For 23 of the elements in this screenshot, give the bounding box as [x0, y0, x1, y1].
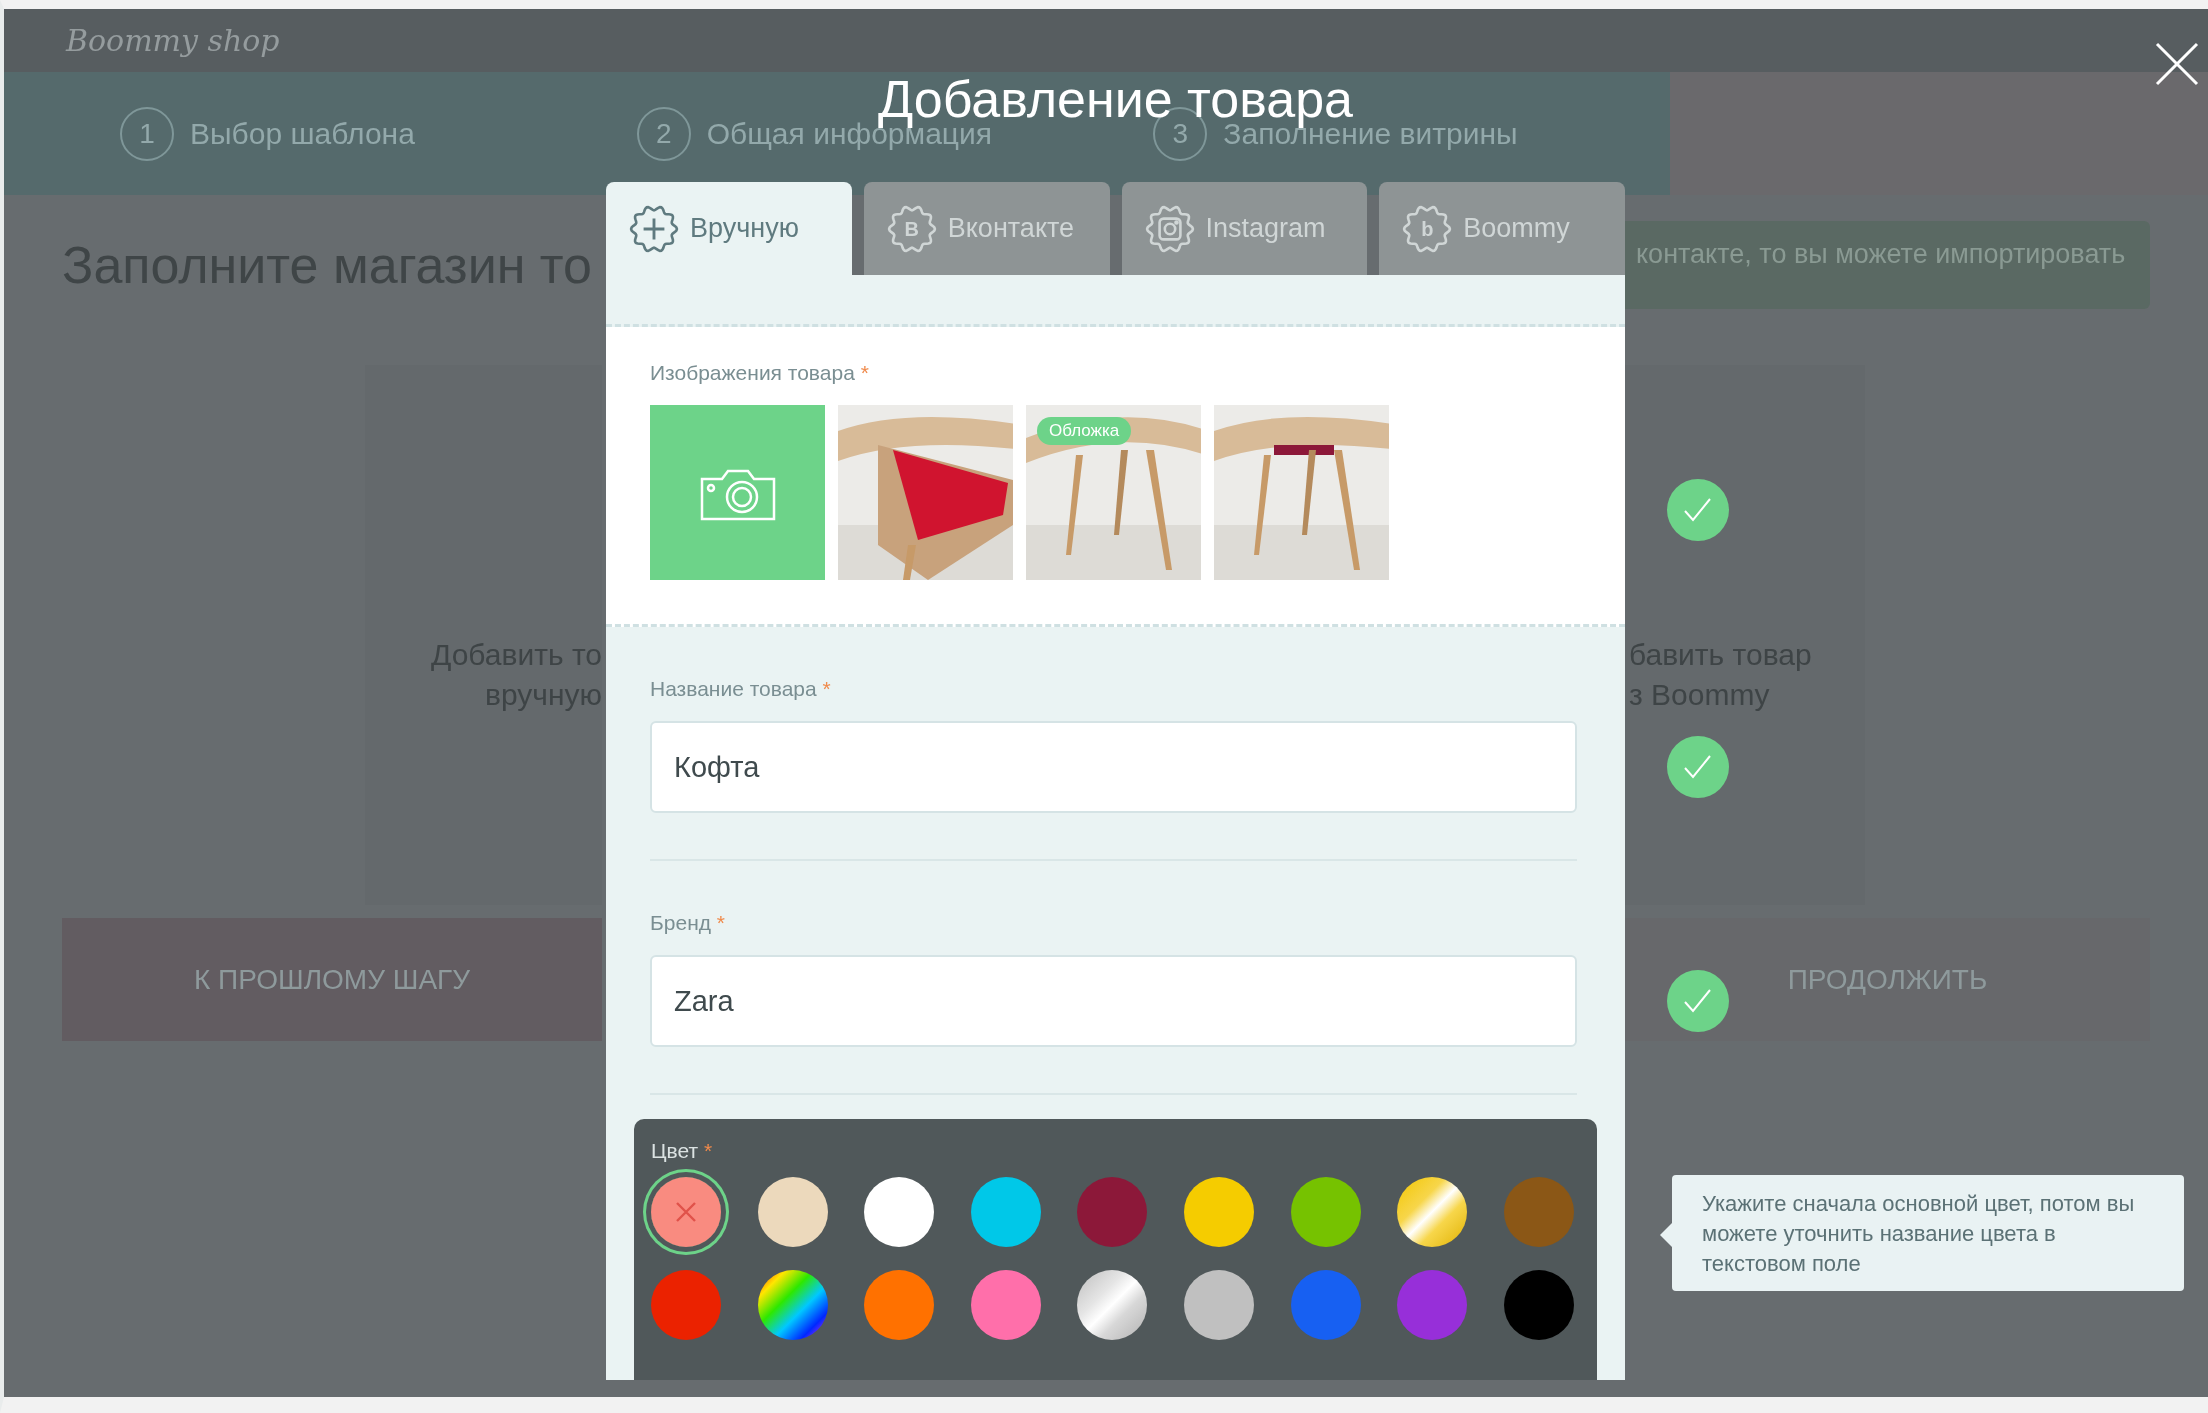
source-tab[interactable]: B Вконтакте	[863, 182, 1110, 275]
badge-letter: B	[904, 218, 919, 239]
source-tab[interactable]: Вручную	[606, 182, 852, 275]
field-label: Цвет *	[651, 1139, 714, 1163]
step-number: 1	[120, 106, 174, 161]
logo[interactable]: Boommy shop	[66, 23, 280, 58]
badge-letter: b	[1421, 218, 1434, 239]
field-label: Бренд *	[650, 911, 726, 935]
source-tab[interactable]: b Boommy	[1379, 182, 1625, 275]
color-swatch[interactable]	[651, 1177, 721, 1247]
close-icon[interactable]	[2154, 41, 2200, 87]
text-field[interactable]: Zara	[650, 955, 1577, 1047]
field-label: Название товара *	[650, 677, 832, 701]
cover-badge: Обложка	[1037, 417, 1132, 445]
tooltip-text: Укажите сначала основной цвет, потом вы можете уточнить название цвета в текстовом поле	[1702, 1191, 2135, 1276]
text-field[interactable]: Кофта	[650, 721, 1577, 813]
step-label[interactable]: Выбор шаблона	[190, 116, 415, 151]
step-number: 2	[636, 106, 691, 161]
upload-photo-button[interactable]	[650, 405, 825, 580]
back-button[interactable]: К ПРОШЛОМУ ШАГУ	[62, 918, 602, 1041]
field-label: Изображения товара *	[650, 361, 870, 385]
source-tab[interactable]: Instagram	[1121, 182, 1368, 275]
remove-icon	[674, 1200, 698, 1224]
